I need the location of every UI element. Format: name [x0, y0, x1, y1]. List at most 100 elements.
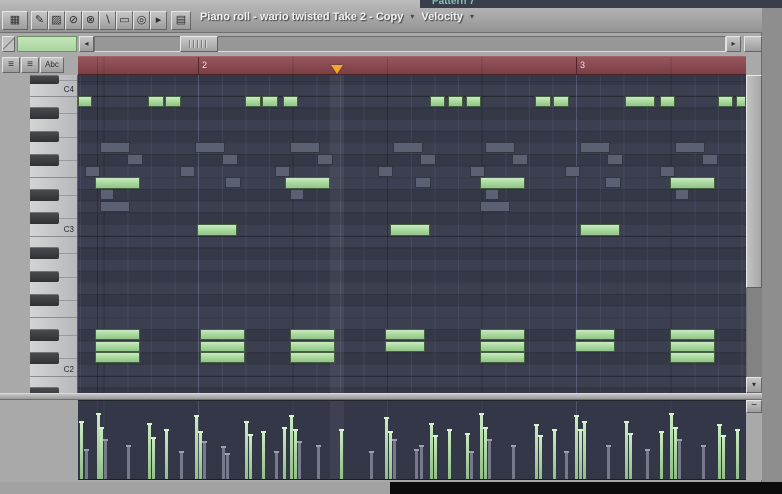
velocity-bar[interactable] — [385, 417, 388, 479]
note[interactable] — [575, 329, 615, 340]
scroll-down-button[interactable]: ▾ — [746, 377, 762, 393]
note[interactable] — [385, 341, 425, 352]
scroll-right-button[interactable]: ▸ — [726, 36, 741, 52]
note[interactable] — [95, 341, 140, 352]
ghost-note[interactable] — [275, 166, 290, 177]
timeline-ruler[interactable]: 23 — [78, 56, 746, 75]
note[interactable] — [480, 177, 525, 189]
ghost-note[interactable] — [675, 142, 705, 153]
piano-key-black[interactable] — [30, 271, 59, 283]
piano-roll-menu-button[interactable]: ▦ — [2, 11, 28, 30]
note[interactable] — [553, 96, 569, 107]
velocity-bar[interactable] — [283, 427, 286, 479]
ghost-note[interactable] — [222, 154, 238, 165]
note[interactable] — [480, 329, 525, 340]
velocity-bar[interactable] — [625, 421, 628, 479]
ghost-note[interactable] — [485, 189, 499, 200]
velocity-bar[interactable] — [127, 445, 130, 479]
velocity-bar[interactable] — [629, 433, 632, 479]
velocity-bar[interactable] — [370, 451, 373, 479]
ghost-note[interactable] — [225, 177, 241, 188]
select-tool-button[interactable]: ▭ — [116, 11, 133, 30]
paint-tool-button[interactable]: ▨ — [48, 11, 65, 30]
velocity-bar[interactable] — [607, 445, 610, 479]
ghost-note[interactable] — [605, 177, 621, 188]
note[interactable] — [718, 96, 733, 107]
piano-key-black[interactable] — [30, 247, 59, 259]
velocity-bar[interactable] — [535, 424, 538, 479]
velocity-bar[interactable] — [393, 439, 396, 479]
velocity-bar[interactable] — [294, 429, 297, 479]
piano-key-black[interactable] — [30, 75, 59, 84]
note[interactable] — [448, 96, 463, 107]
ghost-note[interactable] — [660, 166, 675, 177]
ghost-note[interactable] — [607, 154, 623, 165]
ghost-note[interactable] — [127, 154, 143, 165]
ghost-note[interactable] — [195, 142, 225, 153]
zoom-tool-button[interactable]: ◎ — [133, 11, 150, 30]
note[interactable] — [285, 177, 330, 189]
ghost-note[interactable] — [100, 201, 130, 212]
note[interactable] — [95, 352, 140, 363]
velocity-bar[interactable] — [722, 435, 725, 479]
note[interactable] — [197, 224, 237, 236]
note[interactable] — [283, 96, 298, 107]
note[interactable] — [670, 341, 715, 352]
mute-tool-button[interactable]: ⊗ — [82, 11, 99, 30]
velocity-bar[interactable] — [180, 451, 183, 479]
note[interactable] — [466, 96, 481, 107]
ghost-channels-button[interactable]: ≡ — [21, 57, 39, 73]
ghost-note[interactable] — [180, 166, 195, 177]
target-mode-selector[interactable]: Velocity — [421, 11, 463, 23]
velocity-bar[interactable] — [165, 429, 168, 479]
note[interactable] — [200, 329, 245, 340]
note[interactable] — [670, 329, 715, 340]
stamp-tool-button[interactable]: ▤ — [171, 11, 191, 30]
velocity-bar[interactable] — [553, 429, 556, 479]
velocity-bar[interactable] — [275, 451, 278, 479]
scroll-left-button[interactable]: ◂ — [79, 36, 94, 52]
ghost-note[interactable] — [415, 177, 431, 188]
velocity-bar[interactable] — [85, 449, 88, 479]
velocity-bar[interactable] — [226, 453, 229, 479]
velocity-bar[interactable] — [678, 439, 681, 479]
ghost-note[interactable] — [565, 166, 580, 177]
piano-key-white[interactable] — [30, 306, 77, 318]
velocity-bar[interactable] — [262, 431, 265, 479]
piano-key-white[interactable] — [30, 96, 77, 108]
note[interactable] — [390, 224, 430, 236]
velocity-bar[interactable] — [430, 423, 433, 479]
note[interactable] — [95, 329, 140, 340]
note-labels-button[interactable]: Abc — [40, 57, 64, 73]
slice-tool-button[interactable]: ∖ — [99, 11, 116, 30]
velocity-bar[interactable] — [290, 415, 293, 479]
note[interactable] — [736, 96, 746, 107]
note[interactable] — [200, 341, 245, 352]
velocity-bar[interactable] — [583, 421, 586, 479]
ghost-note[interactable] — [470, 166, 485, 177]
velocity-bar[interactable] — [199, 431, 202, 479]
note[interactable] — [290, 341, 335, 352]
note-grid[interactable] — [78, 75, 746, 393]
piano-key-white[interactable] — [30, 259, 77, 271]
velocity-bar[interactable] — [575, 415, 578, 479]
note[interactable] — [660, 96, 675, 107]
note[interactable] — [580, 224, 620, 236]
ghost-note[interactable] — [675, 189, 689, 200]
piano-key-white[interactable] — [30, 376, 77, 388]
note[interactable] — [290, 352, 335, 363]
piano-key-white[interactable] — [30, 317, 77, 329]
velocity-bar[interactable] — [484, 427, 487, 479]
ghost-note[interactable] — [512, 154, 528, 165]
mode-dropdown-icon[interactable]: ▾ — [470, 12, 474, 21]
scroll-preview-box[interactable] — [17, 36, 77, 52]
velocity-bar[interactable] — [488, 439, 491, 479]
piano-key-white[interactable] — [30, 282, 77, 294]
velocity-bar[interactable] — [718, 424, 721, 479]
velocity-pane-splitter[interactable] — [0, 393, 762, 400]
piano-key-white[interactable] — [30, 341, 77, 353]
piano-key-black[interactable] — [30, 294, 59, 306]
horizontal-scrollbar-thumb[interactable] — [180, 36, 218, 52]
zoom-grip[interactable] — [2, 36, 15, 52]
ghost-note[interactable] — [100, 189, 114, 200]
